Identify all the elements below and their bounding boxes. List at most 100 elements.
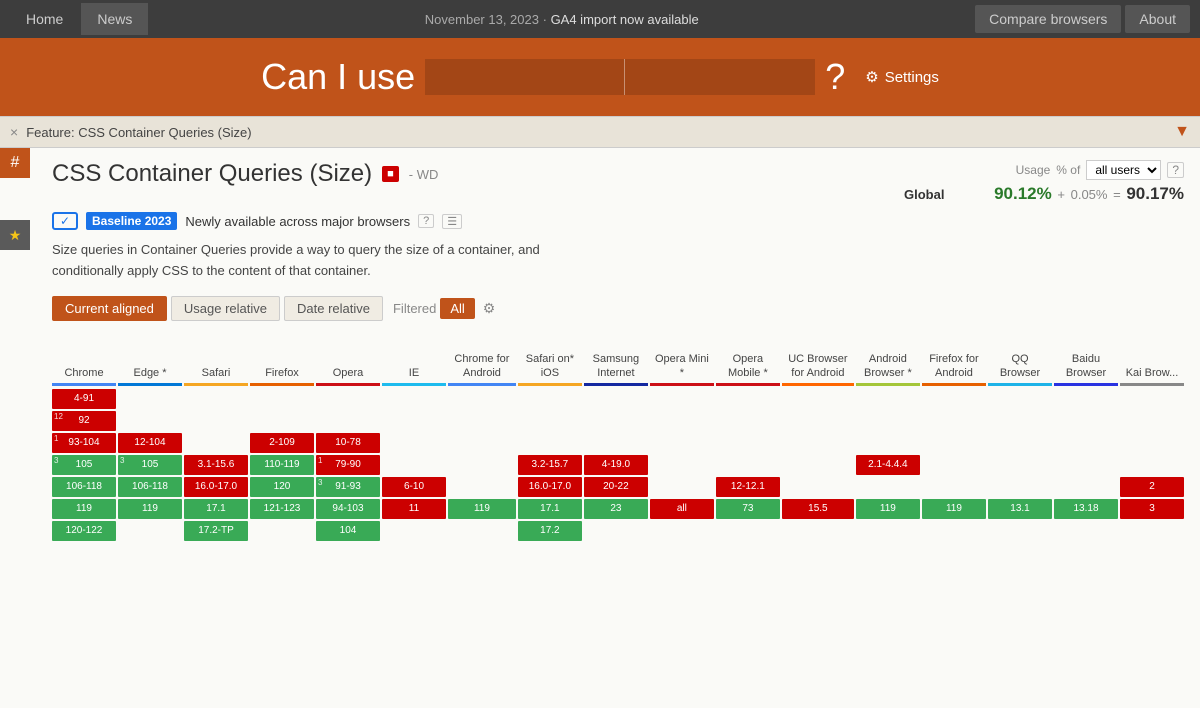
star-button[interactable]: ★ (0, 220, 30, 250)
browser-header[interactable]: Opera Mobile * (716, 333, 780, 383)
version-cell (988, 411, 1052, 431)
version-cell (1120, 433, 1184, 453)
usage-users-select[interactable]: all users (1086, 160, 1161, 180)
browser-header[interactable]: Kai Brow... (1120, 333, 1184, 383)
browser-header[interactable]: Edge * (118, 333, 182, 383)
version-cell (184, 433, 248, 453)
hash-button[interactable]: # (0, 148, 30, 178)
browser-header[interactable]: Baidu Browser (1054, 333, 1118, 383)
version-cell (716, 411, 780, 431)
browser-header[interactable]: Safari on* iOS (518, 333, 582, 383)
browser-header[interactable]: UC Browser for Android (782, 333, 854, 383)
version-cell[interactable]: 1292 (52, 411, 116, 431)
baseline-menu-icon[interactable]: ☰ (442, 214, 462, 229)
version-cell[interactable]: 17.1 (518, 499, 582, 519)
version-cell[interactable]: 10-78 (316, 433, 380, 453)
baseline-help-icon[interactable]: ? (418, 214, 434, 228)
nav-home[interactable]: Home (10, 3, 79, 35)
version-cell[interactable]: 2.1-4.4.4 (856, 455, 920, 475)
browser-header[interactable]: Android Browser * (856, 333, 920, 383)
usage-help-icon[interactable]: ? (1167, 162, 1184, 178)
browser-header[interactable]: Chrome (52, 333, 116, 383)
version-cell[interactable]: 73 (716, 499, 780, 519)
browser-column: Opera 10-78179-90391-9394-103104 (316, 333, 380, 543)
version-cell[interactable]: 13.1 (988, 499, 1052, 519)
version-cell[interactable]: 17.2-TP (184, 521, 248, 541)
version-cell[interactable]: 119 (448, 499, 516, 519)
version-cell[interactable]: 11 (382, 499, 446, 519)
version-cell[interactable]: 16.0-17.0 (518, 477, 582, 497)
version-cell[interactable]: 119 (52, 499, 116, 519)
browser-color-bar (382, 383, 446, 386)
version-cell[interactable]: 15.5 (782, 499, 854, 519)
version-cell (584, 389, 648, 409)
search-input-2[interactable] (625, 59, 815, 95)
version-cell (584, 433, 648, 453)
browser-color-bar (1120, 383, 1184, 386)
browser-header[interactable]: QQ Browser (988, 333, 1052, 383)
version-cell[interactable]: 121-123 (250, 499, 314, 519)
browser-header[interactable]: Chrome for Android (448, 333, 516, 383)
version-cell (650, 389, 714, 409)
version-cell[interactable]: 391-93 (316, 477, 380, 497)
version-cell[interactable]: 17.1 (184, 499, 248, 519)
browser-header[interactable]: Firefox (250, 333, 314, 383)
filter-icon[interactable]: ▼ (1174, 123, 1190, 141)
version-cell[interactable]: 94-103 (316, 499, 380, 519)
version-cell[interactable]: 2-109 (250, 433, 314, 453)
version-cell (716, 455, 780, 475)
browser-color-bar (988, 383, 1052, 386)
feature-title: CSS Container Queries (Size) (52, 160, 372, 188)
version-cell[interactable]: 12-104 (118, 433, 182, 453)
browser-header[interactable]: Firefox for Android (922, 333, 986, 383)
version-cell[interactable]: 4-91 (52, 389, 116, 409)
nav-date: November 13, 2023 (425, 12, 539, 27)
browser-color-bar (52, 383, 116, 386)
browser-header[interactable]: Opera (316, 333, 380, 383)
tab-date-relative[interactable]: Date relative (284, 296, 383, 321)
version-cell[interactable]: 120 (250, 477, 314, 497)
browser-header[interactable]: Samsung Internet (584, 333, 648, 383)
version-cell[interactable]: 193-104 (52, 433, 116, 453)
version-cell[interactable]: 16.0-17.0 (184, 477, 248, 497)
nav-news[interactable]: News (81, 3, 148, 35)
version-cell[interactable]: 12-12.1 (716, 477, 780, 497)
version-cell (1120, 521, 1184, 541)
version-cell[interactable]: 120-122 (52, 521, 116, 541)
version-cell (250, 521, 314, 541)
version-cell[interactable]: 20-22 (584, 477, 648, 497)
version-cell[interactable]: 2 (1120, 477, 1184, 497)
version-cell[interactable]: 119 (856, 499, 920, 519)
breadcrumb-close[interactable]: × (10, 124, 18, 140)
browser-header[interactable]: Safari (184, 333, 248, 383)
version-cell[interactable]: 4-19.0 (584, 455, 648, 475)
version-cell[interactable]: 179-90 (316, 455, 380, 475)
version-cell[interactable]: 3 (1120, 499, 1184, 519)
version-cell[interactable]: 104 (316, 521, 380, 541)
version-cell[interactable]: 3.2-15.7 (518, 455, 582, 475)
browser-header[interactable]: Opera Mini * (650, 333, 714, 383)
tab-usage-relative[interactable]: Usage relative (171, 296, 280, 321)
version-cell[interactable]: 110-119 (250, 455, 314, 475)
version-cell[interactable]: 17.2 (518, 521, 582, 541)
version-cell[interactable]: 13.18 (1054, 499, 1118, 519)
version-cell[interactable]: 3105 (52, 455, 116, 475)
search-input-1[interactable] (425, 59, 625, 95)
table-settings-icon[interactable]: ⚙ (483, 300, 496, 317)
version-cell[interactable]: 3.1-15.6 (184, 455, 248, 475)
tab-all[interactable]: All (440, 298, 474, 319)
version-cell[interactable]: 106-118 (118, 477, 182, 497)
compare-browsers-button[interactable]: Compare browsers (975, 5, 1121, 33)
about-button[interactable]: About (1125, 5, 1190, 33)
browser-header[interactable]: IE (382, 333, 446, 383)
version-cell[interactable]: 6-10 (382, 477, 446, 497)
version-cell[interactable]: all (650, 499, 714, 519)
version-cell[interactable]: 106-118 (52, 477, 116, 497)
version-cell[interactable]: 3105 (118, 455, 182, 475)
settings-button[interactable]: ⚙ Settings (865, 68, 939, 86)
version-cell[interactable]: 23 (584, 499, 648, 519)
version-cell[interactable]: 119 (922, 499, 986, 519)
tab-current-aligned[interactable]: Current aligned (52, 296, 167, 321)
version-cell[interactable]: 119 (118, 499, 182, 519)
browser-column: Chrome 4-911292193-1043105106-118119120-1… (52, 333, 116, 543)
